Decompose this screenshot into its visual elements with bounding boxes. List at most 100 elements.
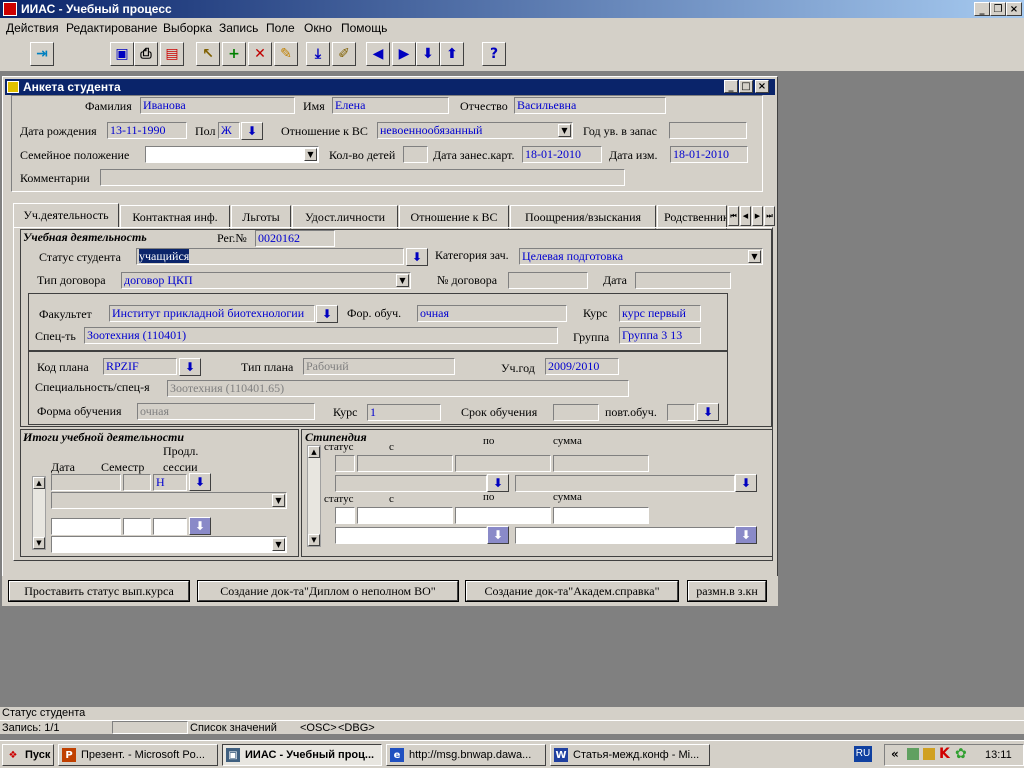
- task-browser[interactable]: e http://msg.bnwap.dawa...: [386, 744, 546, 766]
- tab-military[interactable]: Отношение к ВС: [399, 205, 509, 229]
- children-field[interactable]: [403, 146, 428, 163]
- results-date-field[interactable]: [51, 474, 121, 491]
- menu-window[interactable]: Окно: [304, 21, 332, 35]
- edit-icon[interactable]: ✐: [332, 42, 356, 66]
- create-diploma-button[interactable]: Создание док-та"Диплом о неполном ВО": [197, 580, 459, 602]
- tab-study[interactable]: Уч.деятельность: [13, 203, 119, 228]
- tab-prev-icon[interactable]: ◀: [740, 206, 751, 226]
- reserve-field[interactable]: [669, 122, 747, 139]
- form-close-icon[interactable]: ×: [755, 80, 769, 93]
- patronymic-field[interactable]: Васильевна: [514, 97, 666, 114]
- repeat-field[interactable]: [667, 404, 695, 421]
- course-field[interactable]: курс первый: [619, 305, 701, 322]
- sch-sum-field[interactable]: [553, 455, 649, 472]
- results-ext-list-2-icon[interactable]: ⬇: [189, 517, 211, 535]
- results-date-field-2[interactable]: [51, 518, 121, 535]
- sch-status-field[interactable]: [335, 455, 355, 472]
- tab-contact[interactable]: Контактная инф.: [120, 205, 230, 229]
- repeat-list-icon[interactable]: ⬇: [697, 403, 719, 421]
- scholarship-scroll-up-icon[interactable]: ▲: [308, 446, 320, 458]
- start-button[interactable]: ❖ Пуск: [2, 744, 54, 766]
- tab-relatives[interactable]: Родственники: [657, 205, 727, 229]
- status-field[interactable]: учащийся: [136, 248, 404, 265]
- results-ext-field[interactable]: Н: [153, 474, 187, 491]
- close-icon[interactable]: ×: [1006, 2, 1022, 16]
- marital-select[interactable]: ▼: [145, 146, 319, 163]
- tab-next-icon[interactable]: ▶: [752, 206, 763, 226]
- tab-first-icon[interactable]: ⏮: [728, 206, 739, 226]
- tray-app-icon-2[interactable]: [923, 748, 935, 760]
- contract-type-select[interactable]: договор ЦКП ▼: [121, 272, 411, 289]
- faculty-field[interactable]: Институт прикладной биотехнологии: [109, 305, 315, 322]
- faculty-list-icon[interactable]: ⬇: [316, 305, 338, 323]
- specialty-field[interactable]: Зоотехния (110401.65): [167, 380, 629, 397]
- sex-field[interactable]: Ж: [218, 122, 240, 139]
- reg-field[interactable]: 0020162: [255, 230, 335, 247]
- results-scroll-up-icon[interactable]: ▲: [33, 477, 45, 489]
- military-dropdown-icon[interactable]: ▼: [558, 124, 571, 137]
- tray-expand-icon[interactable]: «: [891, 747, 899, 761]
- group-field[interactable]: Группа 3 13: [619, 327, 701, 344]
- results-dropdown-2-icon[interactable]: ▼: [272, 538, 285, 551]
- down-icon[interactable]: ⬇: [416, 42, 440, 66]
- restore-icon[interactable]: ❐: [990, 2, 1006, 16]
- sch-field-a[interactable]: [335, 475, 487, 492]
- exit-icon[interactable]: ⇥: [30, 42, 54, 66]
- tab-benefits[interactable]: Льготы: [231, 205, 291, 229]
- course2-field[interactable]: 1: [367, 404, 441, 421]
- tab-last-icon[interactable]: ⏭: [764, 206, 775, 226]
- scholarship-scroll-down-icon[interactable]: ▼: [308, 534, 320, 546]
- results-ext-list-icon[interactable]: ⬇: [189, 473, 211, 491]
- sch-field-b[interactable]: [515, 475, 735, 492]
- plan-code-list-icon[interactable]: ⬇: [179, 358, 201, 376]
- contract-type-dropdown-icon[interactable]: ▼: [396, 274, 409, 287]
- minimize-icon[interactable]: _: [974, 2, 990, 16]
- name-field[interactable]: Елена: [332, 97, 449, 114]
- prev-record-icon[interactable]: ◀: [366, 42, 390, 66]
- menu-field[interactable]: Поле: [266, 21, 295, 35]
- set-course-status-button[interactable]: Проставить статус вып.курса: [8, 580, 190, 602]
- plan-code-field[interactable]: RPZIF: [103, 358, 177, 375]
- query-icon[interactable]: ↖: [196, 42, 220, 66]
- task-powerpoint[interactable]: P Презент. - Microsoft Po...: [58, 744, 218, 766]
- results-scroll-down-icon[interactable]: ▼: [33, 537, 45, 549]
- sch-list-a-icon[interactable]: ⬇: [487, 474, 509, 492]
- menu-select[interactable]: Выборка: [163, 21, 212, 35]
- tab-awards[interactable]: Поощрения/взыскания: [510, 205, 656, 229]
- marital-dropdown-icon[interactable]: ▼: [304, 148, 317, 161]
- sch-list-b-2-icon[interactable]: ⬇: [735, 526, 757, 544]
- plan-type-field[interactable]: Рабочий: [303, 358, 455, 375]
- menu-help[interactable]: Помощь: [341, 21, 387, 35]
- form-maximize-icon[interactable]: □: [739, 80, 753, 93]
- results-scrollbar[interactable]: ▲ ▼: [32, 476, 46, 550]
- military-select[interactable]: невоеннообязанный ▼: [377, 122, 573, 139]
- insert-icon[interactable]: +: [222, 42, 246, 66]
- menu-record[interactable]: Запись: [219, 21, 258, 35]
- contract-date-field[interactable]: [635, 272, 731, 289]
- sex-list-icon[interactable]: ⬇: [241, 122, 263, 140]
- surname-field[interactable]: Иванова: [140, 97, 295, 114]
- results-ext-field-2[interactable]: [153, 518, 187, 535]
- download-icon[interactable]: ⤓: [306, 42, 330, 66]
- scholarship-scrollbar[interactable]: ▲ ▼: [307, 445, 321, 547]
- results-semester-field-2[interactable]: [123, 518, 151, 535]
- delete-icon[interactable]: ✕: [248, 42, 272, 66]
- next-record-icon[interactable]: ▶: [392, 42, 416, 66]
- results-dropdown-1-icon[interactable]: ▼: [272, 494, 285, 507]
- term-field[interactable]: [553, 404, 599, 421]
- sch-status-field-2[interactable]: [335, 507, 355, 524]
- contract-no-field[interactable]: [508, 272, 588, 289]
- results-semester-field[interactable]: [123, 474, 151, 491]
- save-icon[interactable]: ▣: [110, 42, 134, 66]
- tray-app-icon-1[interactable]: [907, 748, 919, 760]
- spec-field[interactable]: Зоотехния (110401): [84, 327, 558, 344]
- sch-list-a-2-icon[interactable]: ⬇: [487, 526, 509, 544]
- study-form-field[interactable]: очная: [417, 305, 567, 322]
- tab-id[interactable]: Удост.личности: [292, 205, 398, 229]
- sch-from-field[interactable]: [357, 455, 453, 472]
- task-word[interactable]: W Статья-межд.конф - Mi...: [550, 744, 710, 766]
- mod-date-field[interactable]: 18-01-2010: [670, 146, 748, 163]
- category-dropdown-icon[interactable]: ▼: [748, 250, 761, 263]
- copy-record-book-button[interactable]: размн.в з.кн: [687, 580, 767, 602]
- tray-flower-icon[interactable]: ✿: [955, 746, 967, 762]
